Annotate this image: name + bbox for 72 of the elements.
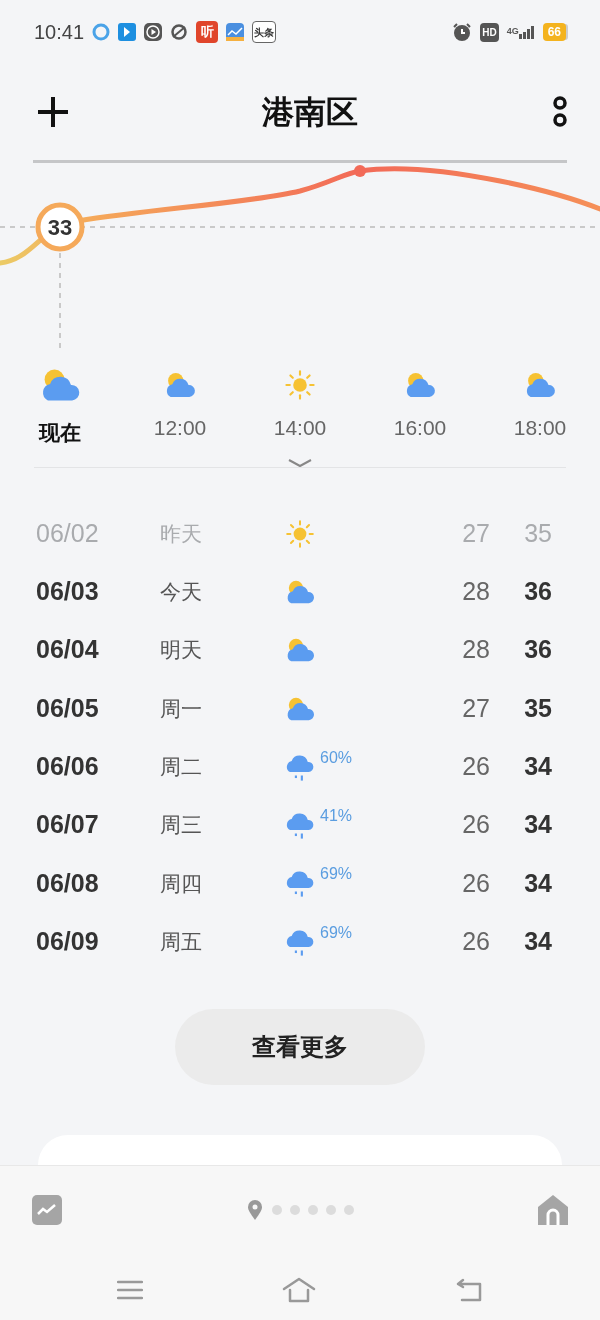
- hour-item[interactable]: 现在: [0, 363, 120, 449]
- high-temperature: 35: [523, 692, 552, 724]
- view-more-button[interactable]: 查看更多: [175, 1008, 425, 1085]
- day-label: 今天: [160, 579, 203, 606]
- precipitation-chance: 69%: [320, 864, 354, 885]
- back-icon[interactable]: [454, 1277, 483, 1302]
- trend-chart-icon[interactable]: [32, 1195, 62, 1226]
- day-label: 周四: [160, 870, 203, 897]
- page-dot[interactable]: [344, 1205, 354, 1216]
- day-label: 周一: [160, 695, 203, 722]
- home-nav-icon[interactable]: [282, 1276, 316, 1303]
- high-temperature: 34: [523, 751, 552, 783]
- hour-item[interactable]: 14:00: [240, 363, 360, 449]
- sun-icon: [283, 368, 317, 402]
- chart-app-icon: [226, 23, 245, 41]
- hour-item[interactable]: 12:00: [120, 363, 240, 449]
- date-label: 06/08: [36, 867, 100, 899]
- app-icon: 头条: [252, 21, 277, 43]
- low-temperature: 26: [461, 867, 490, 899]
- home-icon[interactable]: [538, 1195, 568, 1226]
- page-dot[interactable]: [308, 1205, 318, 1216]
- low-temperature: 27: [461, 517, 490, 549]
- high-temperature: 35: [523, 517, 552, 549]
- date-label: 06/07: [36, 809, 100, 841]
- hour-item[interactable]: 16:00: [360, 363, 480, 449]
- precipitation-chance: 41%: [320, 806, 354, 826]
- menu-icon[interactable]: [117, 1279, 144, 1300]
- city-title: 港南区: [262, 93, 358, 132]
- high-temperature: 34: [523, 925, 552, 957]
- day-label: 周五: [160, 928, 203, 955]
- date-label: 06/05: [36, 692, 100, 724]
- high-temperature: 36: [523, 576, 552, 608]
- expand-chevron-icon[interactable]: [287, 456, 313, 469]
- network-label: 4G: [506, 25, 519, 38]
- signal-icon: [518, 25, 535, 39]
- clock-time: 10:41: [34, 20, 85, 45]
- sun-icon: [284, 517, 316, 550]
- high-temperature: 34: [523, 867, 552, 899]
- date-label: 06/02: [36, 517, 100, 549]
- page-dot[interactable]: [290, 1205, 300, 1216]
- date-label: 06/09: [36, 925, 100, 957]
- current-temperature-marker: 33: [35, 202, 85, 252]
- app-icon: 听: [196, 21, 219, 43]
- battery-indicator: 66: [542, 23, 566, 41]
- more-options-icon[interactable]: [550, 95, 570, 129]
- precipitation-chance: 60%: [320, 747, 354, 768]
- arrow-app-icon: [118, 23, 137, 41]
- day-label: 明天: [160, 637, 203, 664]
- high-temperature: 36: [523, 634, 552, 666]
- low-temperature: 26: [461, 925, 490, 957]
- date-label: 06/06: [36, 751, 100, 783]
- add-icon[interactable]: [36, 95, 70, 129]
- day-label: 周三: [160, 812, 203, 839]
- low-temperature: 28: [461, 634, 490, 666]
- precipitation-chance: 69%: [320, 922, 354, 943]
- location-pin-icon[interactable]: [246, 1199, 264, 1222]
- alarm-icon: [452, 22, 473, 42]
- day-label: 昨天: [160, 520, 203, 547]
- low-temperature: 28: [461, 576, 490, 608]
- browser-icon: [92, 23, 111, 41]
- high-temperature: 34: [523, 809, 552, 841]
- low-temperature: 26: [461, 751, 490, 783]
- day-label: 周二: [160, 754, 203, 781]
- date-label: 06/04: [36, 634, 100, 666]
- low-temperature: 27: [461, 692, 490, 724]
- hd-badge: HD: [480, 22, 499, 42]
- page-dot[interactable]: [326, 1205, 336, 1216]
- page-dot[interactable]: [272, 1205, 282, 1216]
- play-icon: [144, 23, 163, 41]
- date-label: 06/03: [36, 576, 100, 608]
- low-temperature: 26: [461, 809, 490, 841]
- hour-item[interactable]: 18:00: [480, 363, 600, 449]
